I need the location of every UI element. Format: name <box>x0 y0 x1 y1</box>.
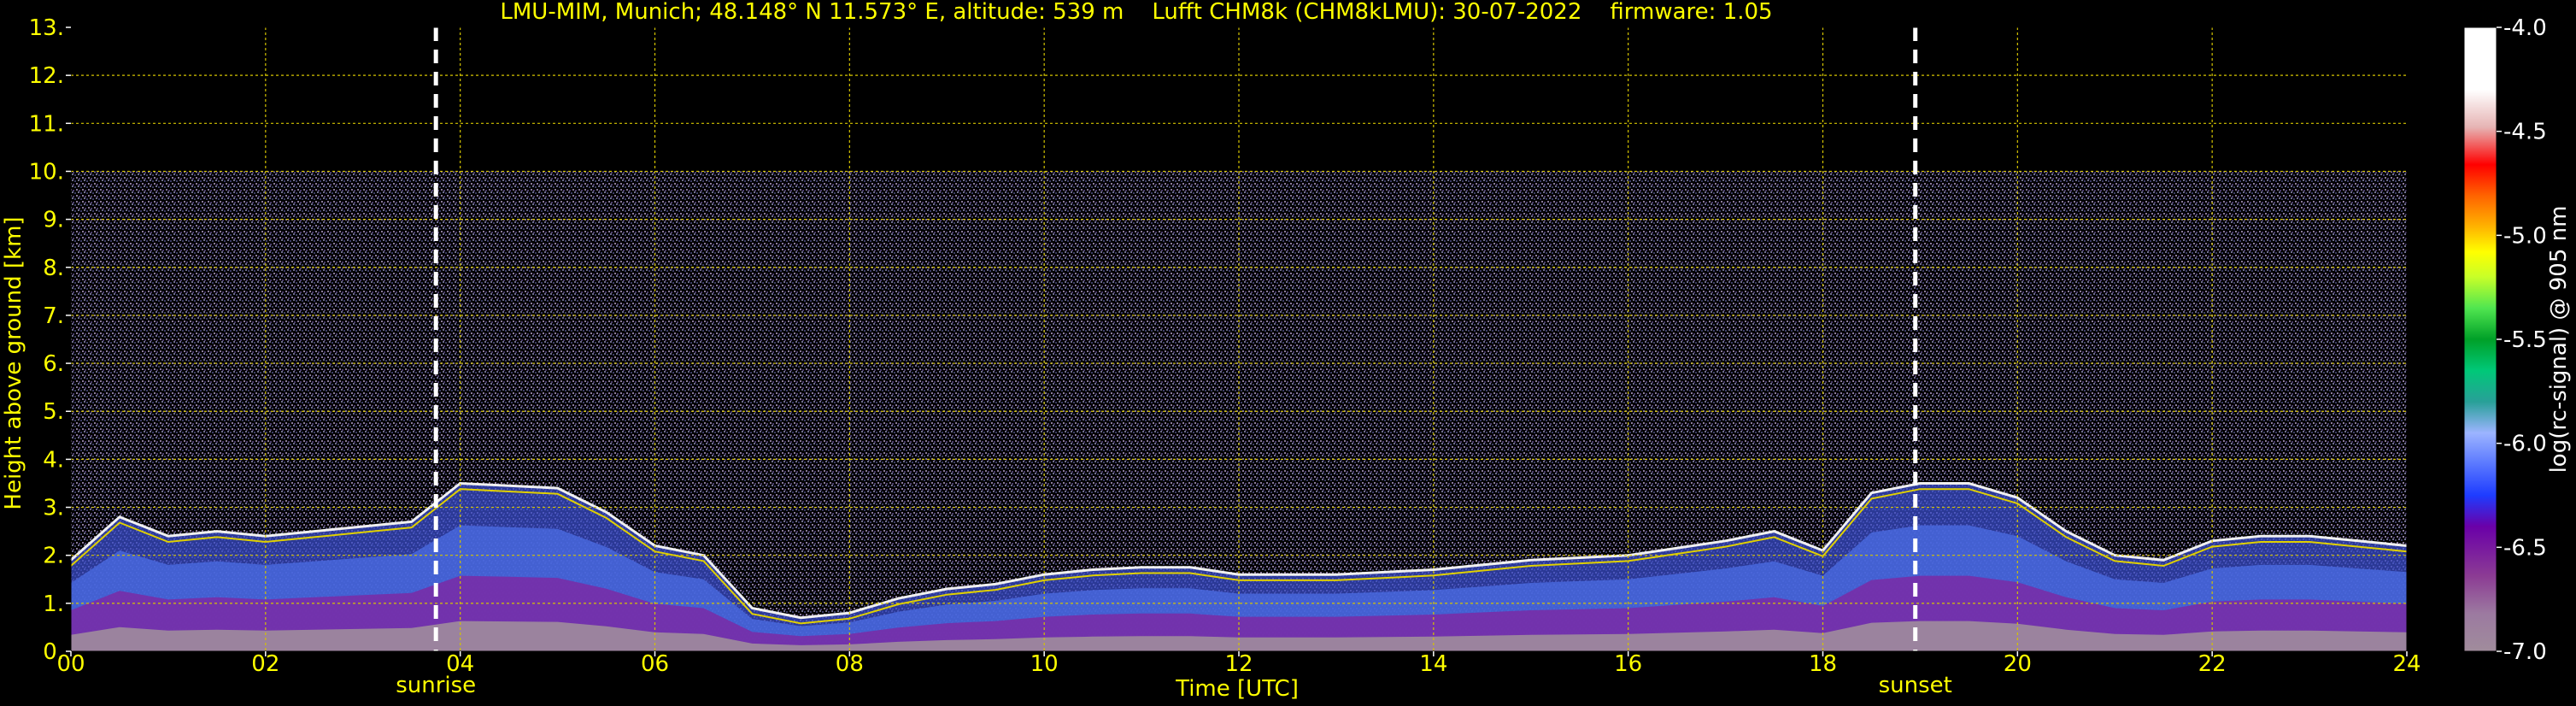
x-tick-label: 14 <box>1419 651 1447 677</box>
x-tick-label: 22 <box>2198 651 2227 677</box>
chart-svg: sunrise sunset 00 02 04 06 08 10 12 14 16 18 20 22 24… <box>1 0 2572 702</box>
x-tick-label: 18 <box>1809 651 1837 677</box>
colorbar-label: log(rc-signal) @ 905 nm <box>2546 206 2572 474</box>
x-tick-label: 02 <box>251 651 279 677</box>
y-tick-label: 9. <box>43 208 64 233</box>
colorbar-tick-label: -7.0 <box>2503 639 2547 665</box>
y-tick-label: 7. <box>43 303 64 329</box>
colorbar-tick-label: -5.5 <box>2503 327 2547 353</box>
colorbar-tick-label: -6.5 <box>2503 535 2547 561</box>
y-tick-label: 0. <box>43 639 64 665</box>
y-tick-label: 1. <box>43 591 64 617</box>
x-tick-label: 08 <box>836 651 864 677</box>
x-tick-label: 16 <box>1614 651 1642 677</box>
colorbar-tick-label: -4.0 <box>2503 15 2547 41</box>
chart-title: LMU-MIM, Munich; 48.148° N 11.573° E, al… <box>500 0 1772 25</box>
colorbar: -4.0 -4.5 -5.0 -5.5 -6.0 -6.5 -7.0 <box>2463 15 2547 665</box>
x-tick-label: 20 <box>2004 651 2032 677</box>
y-tick-label: 13. <box>29 15 64 41</box>
ceilometer-chart: sunrise sunset 00 02 04 06 08 10 12 14 16 18 20 22 24… <box>0 0 2576 706</box>
y-tick-label: 2. <box>43 544 64 569</box>
colorbar-gradient <box>2463 26 2497 652</box>
x-tick-label: 10 <box>1030 651 1059 677</box>
y-tick-label: 10. <box>29 159 64 185</box>
colorbar-tick-label: -6.0 <box>2503 432 2547 457</box>
colorbar-ticks: -4.0 -4.5 -5.0 -5.5 -6.0 -6.5 -7.0 <box>2497 15 2547 665</box>
y-tick-label: 6. <box>43 351 64 377</box>
y-tick-label: 3. <box>43 496 64 521</box>
x-tick-label: 12 <box>1224 651 1253 677</box>
y-tick-label: 8. <box>43 256 64 281</box>
x-tick-label: 04 <box>446 651 474 677</box>
x-axis-label: Time [UTC] <box>1175 676 1299 702</box>
y-tick-label: 11. <box>29 111 64 137</box>
colorbar-tick-label: -5.0 <box>2503 223 2547 249</box>
y-axis-label: Height above ground [km] <box>1 216 26 509</box>
marker-label: sunset <box>1879 673 1952 698</box>
x-tick-label: 06 <box>641 651 669 677</box>
colorbar-tick-label: -4.5 <box>2503 120 2547 145</box>
y-tick-label: 4. <box>43 447 64 473</box>
y-tick-label: 12. <box>29 63 64 89</box>
x-tick-label: 24 <box>2392 651 2421 677</box>
y-tick-label: 5. <box>43 399 64 425</box>
